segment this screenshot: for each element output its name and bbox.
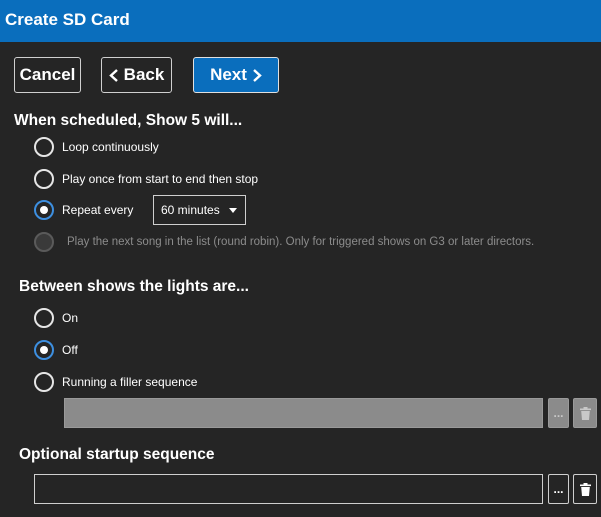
startup-sequence-field[interactable] [34,474,543,504]
startup-heading: Optional startup sequence [19,446,215,463]
radio-button-checked[interactable] [34,340,54,360]
filler-browse-button: ... [548,398,569,428]
radio-label: On [62,311,79,325]
radio-lights-on[interactable]: On [34,307,78,329]
radio-button[interactable] [34,372,54,392]
radio-label: Repeat every [62,203,134,217]
back-button[interactable]: Back [101,57,172,93]
between-heading: Between shows the lights are... [19,278,249,295]
next-label: Next [210,65,247,84]
back-label: Back [123,65,165,84]
repeat-interval-value: 60 minutes [161,203,220,217]
chevron-down-icon [229,208,237,213]
browse-label: ... [553,406,564,420]
radio-button[interactable] [34,169,54,189]
chevron-right-icon [253,68,262,82]
radio-loop-continuously[interactable]: Loop continuously [34,136,159,158]
radio-lights-off[interactable]: Off [34,339,78,361]
radio-filler-sequence[interactable]: Running a filler sequence [34,371,197,393]
radio-label: Loop continuously [62,140,159,154]
chevron-left-icon [108,68,118,82]
cancel-label: Cancel [19,65,76,84]
startup-browse-button[interactable]: ... [548,474,569,504]
radio-button[interactable] [34,137,54,157]
filler-delete-button [573,398,597,428]
schedule-heading: When scheduled, Show 5 will... [14,112,243,129]
radio-label: Play the next song in the list (round ro… [67,236,535,248]
title-bar: Create SD Card [0,0,601,42]
cancel-button[interactable]: Cancel [14,57,81,93]
radio-button[interactable] [34,308,54,328]
next-button[interactable]: Next [193,57,279,93]
radio-button-disabled [34,232,54,252]
trash-icon [579,482,591,496]
radio-label: Running a filler sequence [62,375,198,389]
radio-dot [40,346,48,354]
radio-play-once[interactable]: Play once from start to end then stop [34,168,258,190]
repeat-interval-select[interactable]: 60 minutes [153,195,246,225]
radio-button-checked[interactable] [34,200,54,220]
radio-label: Play once from start to end then stop [62,172,259,186]
radio-label: Off [62,343,78,357]
filler-sequence-field [64,398,543,428]
radio-dot [40,206,48,214]
trash-icon [579,406,591,420]
radio-repeat-every[interactable]: Repeat every [34,199,133,221]
browse-label: ... [553,482,564,496]
startup-delete-button[interactable] [573,474,597,504]
radio-round-robin: Play the next song in the list (round ro… [34,231,534,253]
window-title: Create SD Card [5,10,130,29]
